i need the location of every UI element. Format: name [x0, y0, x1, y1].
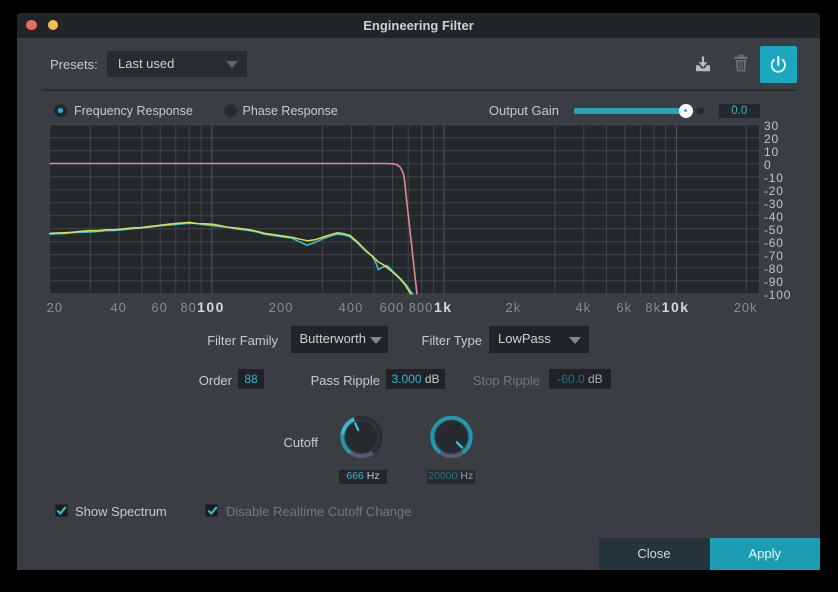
svg-text:20: 20: [47, 300, 63, 315]
svg-text:-100: -100: [764, 288, 791, 302]
svg-text:60: 60: [151, 300, 167, 315]
svg-text:600: 600: [380, 300, 405, 315]
svg-text:-80: -80: [764, 262, 784, 276]
svg-text:20k: 20k: [734, 300, 758, 315]
svg-text:-10: -10: [764, 171, 784, 185]
svg-text:1k: 1k: [434, 299, 453, 315]
svg-text:-20: -20: [764, 184, 784, 198]
svg-text:-60: -60: [764, 236, 784, 250]
svg-text:4k: 4k: [575, 300, 591, 315]
svg-text:2k: 2k: [506, 300, 522, 315]
svg-text:-30: -30: [764, 197, 784, 211]
svg-text:10: 10: [764, 145, 779, 159]
svg-text:0: 0: [764, 158, 771, 172]
svg-text:40: 40: [110, 300, 126, 315]
svg-text:-70: -70: [764, 249, 784, 263]
svg-text:100: 100: [197, 299, 225, 315]
svg-text:800: 800: [409, 300, 434, 315]
svg-text:6k: 6k: [616, 300, 632, 315]
svg-text:400: 400: [339, 300, 364, 315]
svg-text:200: 200: [269, 300, 294, 315]
svg-text:-40: -40: [764, 210, 784, 224]
svg-text:-50: -50: [764, 223, 784, 237]
svg-text:80: 80: [180, 300, 196, 315]
svg-text:20: 20: [764, 132, 779, 146]
svg-text:10k: 10k: [662, 299, 690, 315]
svg-text:8k: 8k: [645, 300, 661, 315]
svg-text:-90: -90: [764, 275, 784, 289]
svg-text:30: 30: [764, 119, 779, 133]
